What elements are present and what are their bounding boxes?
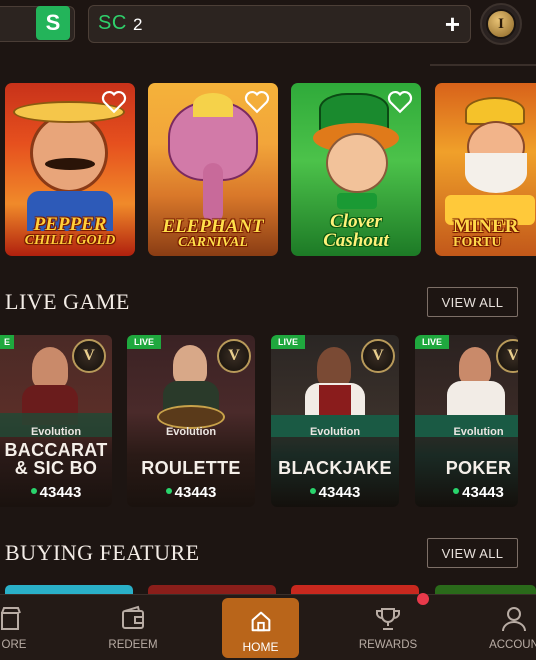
live-game-title: LIVE GAME xyxy=(5,289,130,314)
section-divider xyxy=(430,64,536,66)
provider-label: Evolution xyxy=(30,426,82,438)
nav-redeem[interactable]: REDEEM xyxy=(100,595,166,660)
v-brand-icon: V xyxy=(72,339,106,373)
v-brand-icon: V xyxy=(217,339,251,373)
live-card-roulette[interactable]: LIVE V Evolution ROULETTE 43443 xyxy=(127,335,255,507)
top-bar: S SC 2 + I xyxy=(0,0,536,50)
live-badge: E xyxy=(0,335,14,349)
nav-account[interactable]: ACCOUN xyxy=(484,595,536,660)
slot-art-bowtie xyxy=(337,193,377,209)
online-dot-icon xyxy=(309,488,316,495)
dealer-figure xyxy=(32,347,68,389)
account-icon xyxy=(502,607,526,632)
favorite-heart-icon[interactable] xyxy=(387,90,413,114)
nav-label: REDEEM xyxy=(108,639,158,651)
favorite-heart-icon[interactable] xyxy=(101,90,127,114)
game-name: BLACKJAKE xyxy=(278,458,392,478)
player-count: 43443 xyxy=(0,484,112,501)
nav-label: ACCOUN xyxy=(489,639,536,651)
live-badge: LIVE xyxy=(415,335,449,349)
nav-store[interactable]: ORE xyxy=(0,595,34,660)
dealer-figure xyxy=(173,345,207,385)
favorite-heart-icon[interactable] xyxy=(244,90,270,114)
live-view-all-button[interactable]: VIEW ALL xyxy=(427,287,518,317)
game-name-line1: BACCARAT xyxy=(4,440,108,460)
sc-balance-value: 2 xyxy=(133,15,143,34)
nav-label: HOME xyxy=(242,640,279,654)
v-brand-icon: V xyxy=(361,339,395,373)
online-dot-icon xyxy=(165,488,172,495)
slot-card-pepper-chilli-gold[interactable]: PEPPER CHILLI GOLD xyxy=(5,83,135,256)
wallet-icon xyxy=(122,605,144,629)
player-count: 43443 xyxy=(271,484,399,501)
live-badge: LIVE xyxy=(127,335,161,349)
slot-art-character xyxy=(30,113,108,193)
trophy-icon xyxy=(376,608,400,630)
slot-card-clover-cashout[interactable]: Clover Cashout xyxy=(291,83,421,256)
nav-label: REWARDS xyxy=(358,639,418,651)
buying-feature-title: BUYING FEATURE xyxy=(5,540,200,565)
game-name: ROULETTE xyxy=(141,458,241,478)
v-brand-icon: V xyxy=(496,339,518,373)
live-card-blackjack[interactable]: LIVE V Evolution BLACKJAKE 43443 xyxy=(271,335,399,507)
slot-card-miner-fortune[interactable]: MINER FORTU xyxy=(435,83,536,256)
nav-label: ORE xyxy=(1,639,27,651)
dealer-figure xyxy=(459,347,491,385)
buying-view-all-button[interactable]: VIEW ALL xyxy=(427,538,518,568)
player-count: 43443 xyxy=(127,484,255,501)
slot-art-headdress xyxy=(193,93,233,117)
online-dot-icon xyxy=(453,488,460,495)
slot-title: PEPPER CHILLI GOLD xyxy=(24,214,116,248)
live-badge: LIVE xyxy=(271,335,305,349)
add-funds-icon[interactable]: + xyxy=(445,10,460,38)
live-card-baccarat[interactable]: E V Evolution BACCARAT & SIC BO 43443 xyxy=(0,335,112,507)
provider-label: Evolution xyxy=(165,426,217,438)
slot-card-elephant-carnival[interactable]: ELEPHANT CARNIVAL xyxy=(148,83,278,256)
sc-currency-label: SC xyxy=(98,12,127,34)
slot-title: Clover Cashout xyxy=(323,211,389,251)
rewards-notification-badge xyxy=(417,593,429,605)
nav-rewards[interactable]: REWARDS xyxy=(355,595,421,660)
avatar-emblem-icon: I xyxy=(486,9,516,39)
profile-avatar[interactable]: I xyxy=(480,3,522,45)
live-card-poker[interactable]: LIVE V Evolution POKER 43443 xyxy=(415,335,518,507)
slot-art-mustache xyxy=(45,158,95,170)
nav-home[interactable]: HOME xyxy=(222,598,299,658)
online-dot-icon xyxy=(30,488,37,495)
home-icon xyxy=(251,611,270,632)
slot-title: ELEPHANT CARNIVAL xyxy=(162,216,264,250)
dealer-figure xyxy=(317,347,351,387)
game-name-line2: & SIC BO xyxy=(14,458,98,478)
slot-title: MINER FORTU xyxy=(453,216,519,250)
slot-art-beard xyxy=(465,153,527,193)
sc-balance-bar[interactable]: SC 2 + xyxy=(88,5,471,43)
sweeps-coin-badge[interactable]: S xyxy=(36,6,70,40)
slot-art-leprechaun-face xyxy=(326,133,388,193)
provider-label: Evolution xyxy=(309,426,361,438)
provider-label: Evolution xyxy=(453,426,504,438)
game-name: POKER xyxy=(445,458,512,478)
slot-art-elephant-trunk xyxy=(203,163,223,223)
player-count: 43443 xyxy=(439,484,518,501)
store-icon xyxy=(1,607,21,630)
